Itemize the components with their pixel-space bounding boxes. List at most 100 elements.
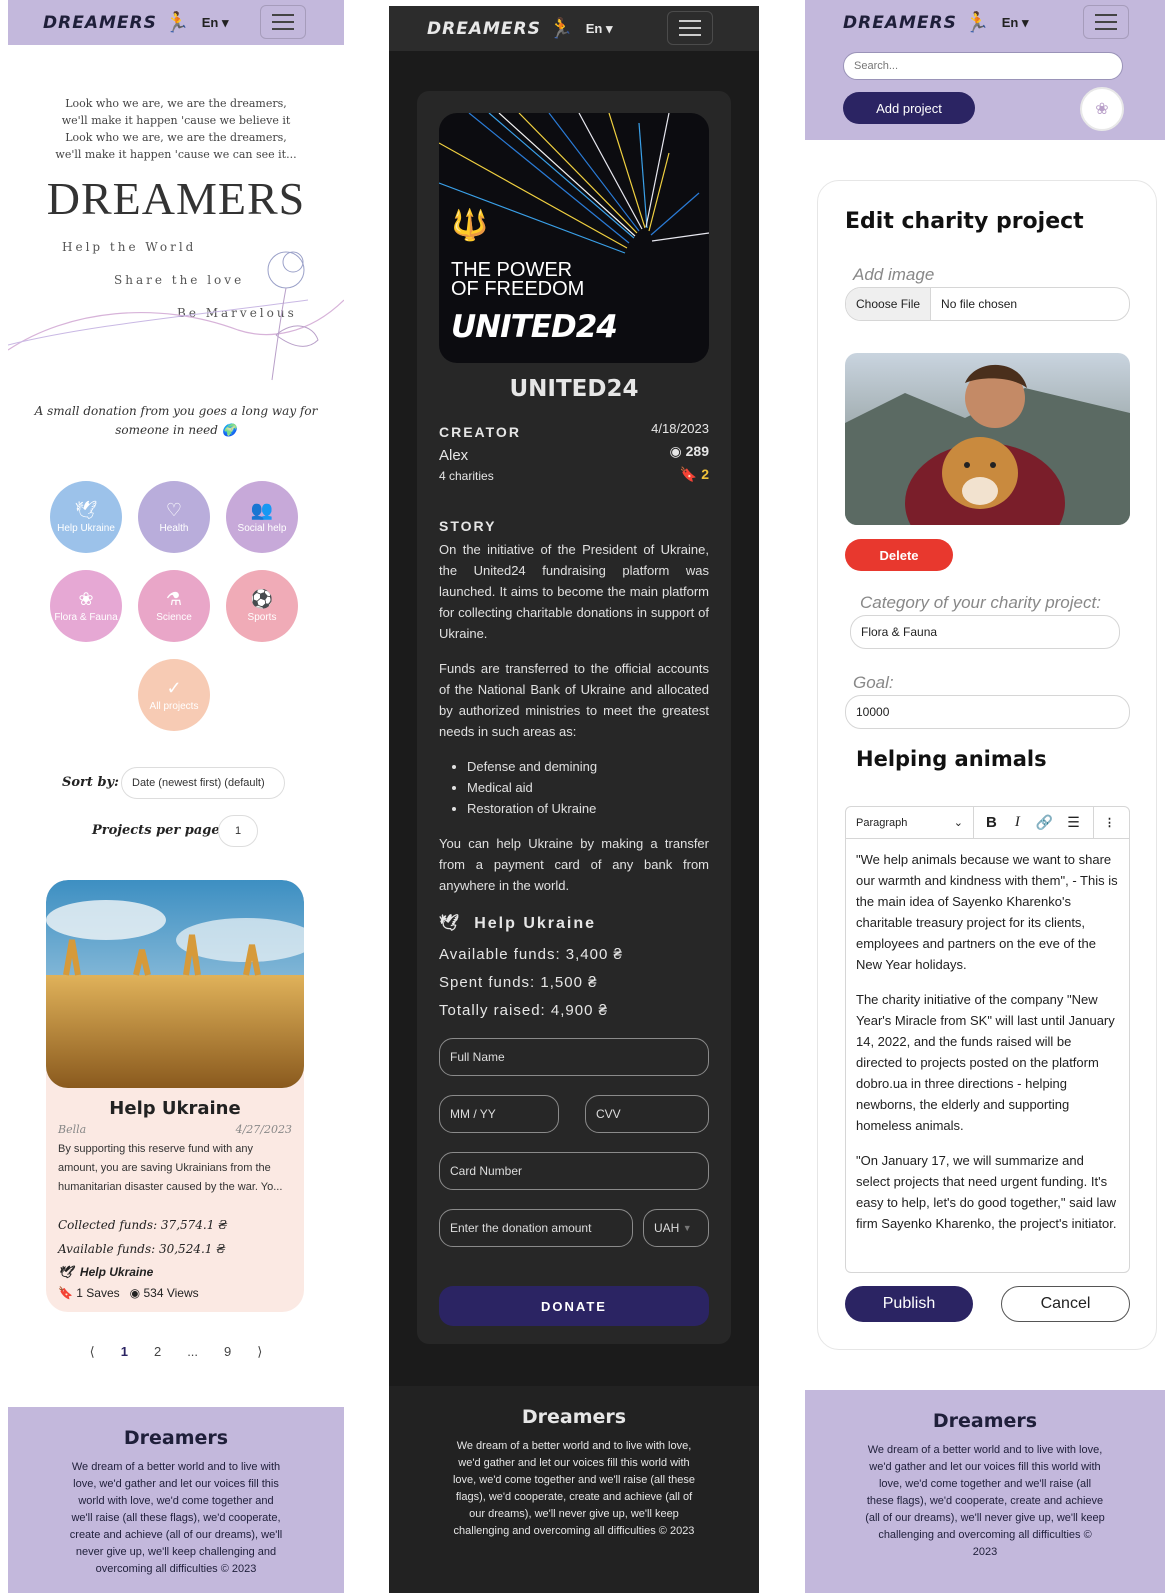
- avatar[interactable]: ❀: [1080, 87, 1124, 131]
- card-category-label: Help Ukraine: [79, 1265, 154, 1279]
- hamburger-menu-button[interactable]: [667, 11, 713, 45]
- chevron-down-icon: ⌄: [953, 817, 963, 829]
- sort-label: Sort by:: [62, 775, 119, 790]
- per-page-select[interactable]: 1: [218, 815, 258, 847]
- goal-input[interactable]: 10000: [845, 695, 1130, 729]
- project-card[interactable]: Help Ukraine Bella 4/27/2023 By supporti…: [46, 880, 304, 1312]
- next-page-button[interactable]: ⟩: [257, 1344, 262, 1360]
- project-detail-screen: DREAMERS 🏃 En ▾ 🔱 THE POWER OF FREEDOM U…: [389, 6, 759, 1593]
- sort-select[interactable]: Date (newest first) (default): [121, 767, 285, 799]
- header: DREAMERS 🏃 En ▾: [805, 0, 1165, 45]
- category-flora-fauna[interactable]: ❀ Flora & Fauna: [50, 570, 122, 642]
- choose-file-button[interactable]: Choose File: [846, 288, 932, 320]
- add-project-button[interactable]: Add project: [843, 92, 975, 124]
- rich-text-editor[interactable]: Paragraph ⌄ B I 🔗 ☰ ⋮ "We help animals be…: [845, 806, 1130, 1273]
- donate-button[interactable]: DONATE: [439, 1286, 709, 1326]
- category-select[interactable]: Flora & Fauna: [850, 615, 1120, 649]
- page-ellipsis: ...: [187, 1344, 199, 1359]
- publish-button[interactable]: Publish: [845, 1286, 973, 1322]
- dove-icon: 🕊: [439, 915, 462, 932]
- category-label: Help Ukraine: [57, 522, 115, 534]
- poster-brand: UNITED24: [451, 309, 618, 345]
- italic-icon[interactable]: I: [1015, 814, 1020, 831]
- paragraph-value: Paragraph: [856, 816, 908, 829]
- delete-image-button[interactable]: Delete: [845, 539, 953, 571]
- per-page-label: Projects per page:: [92, 823, 225, 838]
- dreamer-figure-icon: 🏃: [548, 18, 574, 40]
- page-9[interactable]: 9: [224, 1344, 231, 1360]
- page-1[interactable]: 1: [121, 1344, 128, 1360]
- category-health[interactable]: ♡ Health: [138, 481, 210, 553]
- search-input[interactable]: Search...: [843, 52, 1123, 80]
- card-number-input[interactable]: Card Number: [439, 1152, 709, 1190]
- full-name-input[interactable]: Full Name: [439, 1038, 709, 1076]
- poem-line: we'll make it happen 'cause we can see i…: [55, 148, 297, 161]
- category-social-help[interactable]: 👥 Social help: [226, 481, 298, 553]
- logo[interactable]: DREAMERS: [43, 13, 157, 33]
- file-name: No file chosen: [941, 297, 1018, 311]
- bookmark-icon[interactable]: 🔖: [58, 1286, 73, 1300]
- hamburger-menu-button[interactable]: [260, 5, 306, 39]
- creator-name[interactable]: Alex: [439, 447, 468, 464]
- prev-page-button[interactable]: ⟨: [90, 1344, 95, 1360]
- currency-value: UAH: [654, 1221, 680, 1235]
- globe-icon: 🌍: [221, 423, 237, 437]
- category-label: Category of your charity project:: [860, 593, 1101, 612]
- footer: Dreamers We dream of a better world and …: [8, 1407, 344, 1593]
- logo[interactable]: DREAMERS: [427, 19, 541, 39]
- project-category: 🕊 Help Ukraine: [439, 913, 596, 933]
- language-select[interactable]: En ▾: [202, 15, 229, 31]
- language-select[interactable]: En ▾: [1002, 15, 1029, 31]
- category-help-ukraine[interactable]: 🕊 Help Ukraine: [50, 481, 122, 553]
- donation-amount-input[interactable]: Enter the donation amount: [439, 1209, 633, 1247]
- logo[interactable]: DREAMERS: [843, 13, 957, 33]
- views-count: 534 Views: [143, 1286, 199, 1300]
- header: DREAMERS 🏃 En ▾: [389, 6, 759, 51]
- editor-paragraph: "We help animals because we want to shar…: [856, 852, 1118, 972]
- add-image-label: Add image: [853, 265, 935, 284]
- footer-title: Dreamers: [932, 1410, 1038, 1432]
- link-icon[interactable]: 🔗: [1036, 814, 1053, 831]
- category-sports[interactable]: ⚽ Sports: [226, 570, 298, 642]
- more-options-icon[interactable]: ⋮: [1093, 807, 1125, 838]
- dove-icon: 🕊: [74, 499, 98, 520]
- united24-poster: 🔱 THE POWER OF FREEDOM UNITED24: [439, 113, 709, 363]
- footer: Dreamers We dream of a better world and …: [805, 1390, 1165, 1593]
- poem-line: Look who we are, we are the dreamers,: [65, 97, 287, 110]
- paragraph-select[interactable]: Paragraph ⌄: [846, 807, 974, 838]
- list-icon[interactable]: ☰: [1067, 814, 1080, 831]
- cancel-button[interactable]: Cancel: [1001, 1286, 1130, 1322]
- language-label: En: [1001, 14, 1019, 30]
- available-funds: Available funds: 30,524.1 ₴: [58, 1242, 226, 1256]
- category-all-projects[interactable]: ✓ All projects: [138, 659, 210, 731]
- editor-content[interactable]: "We help animals because we want to shar…: [846, 839, 1129, 1258]
- category-label: All projects: [149, 700, 199, 712]
- category-science[interactable]: ⚗ Science: [138, 570, 210, 642]
- page-2[interactable]: 2: [154, 1344, 161, 1360]
- cvv-input[interactable]: CVV: [585, 1095, 709, 1133]
- bold-icon[interactable]: B: [986, 814, 997, 831]
- expiry-input[interactable]: MM / YY: [439, 1095, 559, 1133]
- currency-select[interactable]: UAH ▼: [643, 1209, 709, 1247]
- project-saves[interactable]: 🔖 2: [680, 466, 709, 483]
- project-name[interactable]: Helping animals: [856, 747, 1047, 771]
- card-date: 4/27/2023: [235, 1123, 292, 1136]
- footer-text: We dream of a better world and to live w…: [452, 1440, 696, 1537]
- language-select[interactable]: En ▾: [586, 21, 613, 37]
- dove-icon: 🕊: [58, 1265, 74, 1279]
- project-detail-card: 🔱 THE POWER OF FREEDOM UNITED24 UNITED24…: [417, 91, 731, 1344]
- story-paragraph: Funds are transferred to the official ac…: [439, 661, 709, 739]
- hamburger-menu-button[interactable]: [1083, 5, 1129, 39]
- footer-title: Dreamers: [521, 1406, 627, 1428]
- available-funds: Available funds: 3,400 ₴: [439, 946, 623, 963]
- card-title[interactable]: Help Ukraine: [46, 1098, 304, 1119]
- project-date: 4/18/2023: [651, 421, 709, 436]
- edit-project-screen: DREAMERS 🏃 En ▾ Search... Add project ❀ …: [805, 0, 1165, 1593]
- file-input[interactable]: Choose File No file chosen: [845, 287, 1130, 321]
- heart-pulse-icon: ♡: [165, 499, 183, 520]
- saves-count: 1 Saves: [76, 1286, 120, 1300]
- category-label: Help Ukraine: [474, 915, 597, 932]
- check-icon: ✓: [166, 677, 182, 698]
- subtitle-text: A small donation from you goes a long wa…: [34, 404, 318, 437]
- poem-line: we'll make it happen 'cause we believe i…: [61, 114, 291, 127]
